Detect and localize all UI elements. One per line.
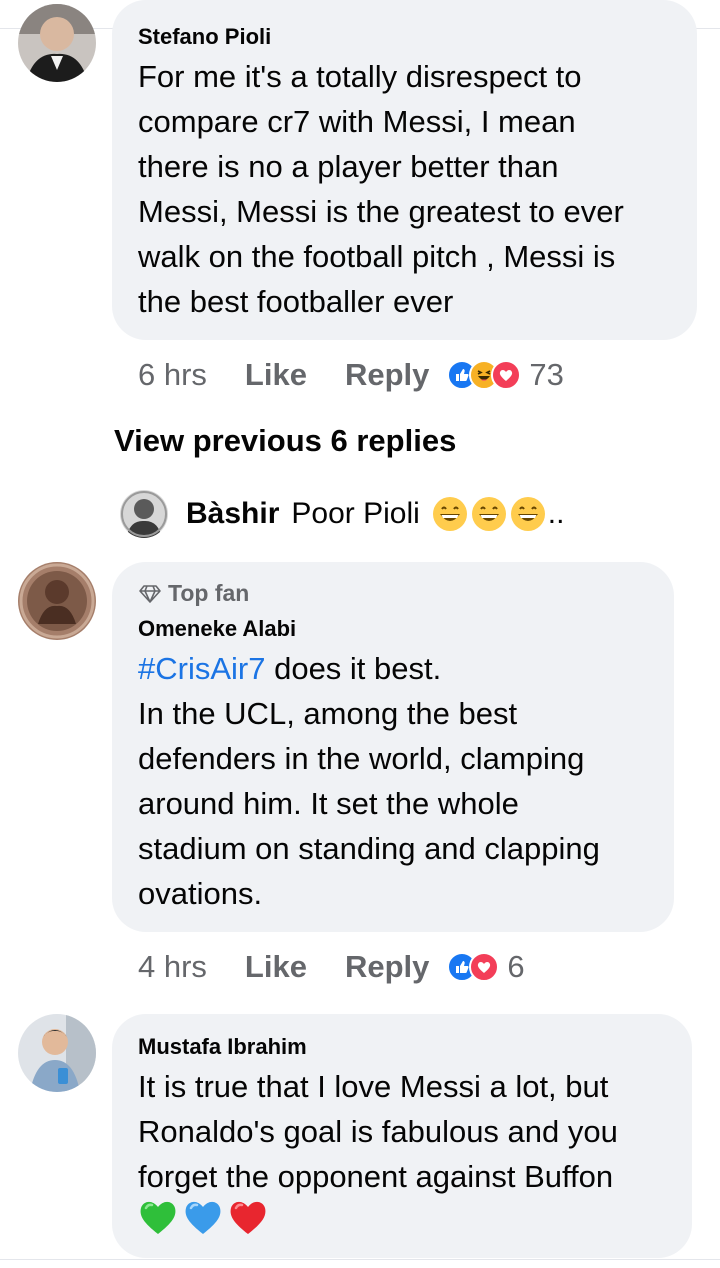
reaction-count: 6 bbox=[507, 949, 525, 984]
avatar-bashir[interactable] bbox=[120, 490, 168, 538]
comment-line: It is true that I love Messi a lot, but bbox=[138, 1069, 609, 1104]
green-heart-icon bbox=[140, 1201, 176, 1234]
comment-bubble: Top fan Omeneke Alabi #CrisAir7 does it … bbox=[112, 562, 674, 932]
reply-button[interactable]: Reply bbox=[345, 357, 429, 393]
comment-line: walk on the football pitch , Messi is bbox=[138, 239, 616, 274]
comment-line: ovations. bbox=[138, 876, 263, 911]
comment-emojis bbox=[138, 1198, 273, 1236]
grinning-face-icon bbox=[510, 497, 545, 531]
comment-line: Ronaldo's goal is fabulous and you bbox=[138, 1114, 618, 1149]
comment-actions: 4 hrs Like Reply 6 bbox=[138, 947, 525, 987]
reply-text: Poor Pioli bbox=[291, 497, 420, 530]
diamond-icon bbox=[139, 584, 161, 603]
comment-line: compare cr7 with Messi, I mean bbox=[138, 104, 576, 139]
comment-author[interactable]: Omeneke Alabi bbox=[138, 616, 296, 642]
top-fan-badge: Top fan bbox=[138, 580, 249, 607]
avatar-omeneke-alabi[interactable] bbox=[18, 562, 96, 640]
like-button[interactable]: Like bbox=[245, 357, 307, 393]
love-icon bbox=[469, 952, 500, 982]
reply-author[interactable]: Bàshir bbox=[186, 497, 279, 531]
blue-heart-icon bbox=[185, 1201, 221, 1234]
reply-preview[interactable]: Bàshir Poor Pioli .. bbox=[120, 488, 564, 540]
grinning-face-icon bbox=[432, 497, 467, 531]
love-icon bbox=[491, 360, 522, 390]
comment-line: around him. It set the whole bbox=[138, 786, 519, 821]
comment-actions: 6 hrs Like Reply 73 bbox=[138, 355, 564, 395]
comment-line-rest: does it best. bbox=[265, 651, 442, 686]
top-fan-label: Top fan bbox=[168, 580, 250, 606]
comment-line: stadium on standing and clapping bbox=[138, 831, 600, 866]
comment-time[interactable]: 6 hrs bbox=[138, 357, 207, 393]
comment-line: #CrisAir7 does it best. bbox=[138, 646, 441, 691]
reply-button[interactable]: Reply bbox=[345, 949, 429, 985]
comment-line: the best footballer ever bbox=[138, 284, 454, 319]
comment-author[interactable]: Mustafa Ibrahim bbox=[138, 1034, 307, 1060]
comment-time[interactable]: 4 hrs bbox=[138, 949, 207, 985]
comment-author[interactable]: Stefano Pioli bbox=[138, 24, 271, 50]
avatar-stefano-pioli[interactable] bbox=[18, 4, 96, 82]
reply-ellipsis: .. bbox=[547, 497, 565, 530]
like-button[interactable]: Like bbox=[245, 949, 307, 985]
view-previous-replies-link[interactable]: View previous 6 replies bbox=[114, 423, 456, 459]
grinning-face-icon bbox=[471, 497, 506, 531]
comment-line: forget the opponent against Buffon bbox=[138, 1159, 614, 1194]
hashtag-link[interactable]: #CrisAir7 bbox=[138, 651, 265, 686]
comment-line: there is no a player better than bbox=[138, 149, 559, 184]
avatar-mustafa-ibrahim[interactable] bbox=[18, 1014, 96, 1092]
comment-line: In the UCL, among the best bbox=[138, 696, 518, 731]
reaction-count: 73 bbox=[529, 357, 564, 392]
reactions-summary[interactable]: 73 bbox=[447, 357, 564, 393]
bottom-divider bbox=[0, 1259, 720, 1260]
comment-line: Messi, Messi is the greatest to ever bbox=[138, 194, 624, 229]
comment-line: defenders in the world, clamping bbox=[138, 741, 585, 776]
comment-bubble: Mustafa Ibrahim It is true that I love M… bbox=[112, 1014, 692, 1258]
comment-line: For me it's a totally disrespect to bbox=[138, 59, 582, 94]
comment-bubble: Stefano Pioli For me it's a totally disr… bbox=[112, 0, 697, 340]
reactions-summary[interactable]: 6 bbox=[447, 949, 525, 985]
red-heart-icon bbox=[230, 1201, 266, 1234]
